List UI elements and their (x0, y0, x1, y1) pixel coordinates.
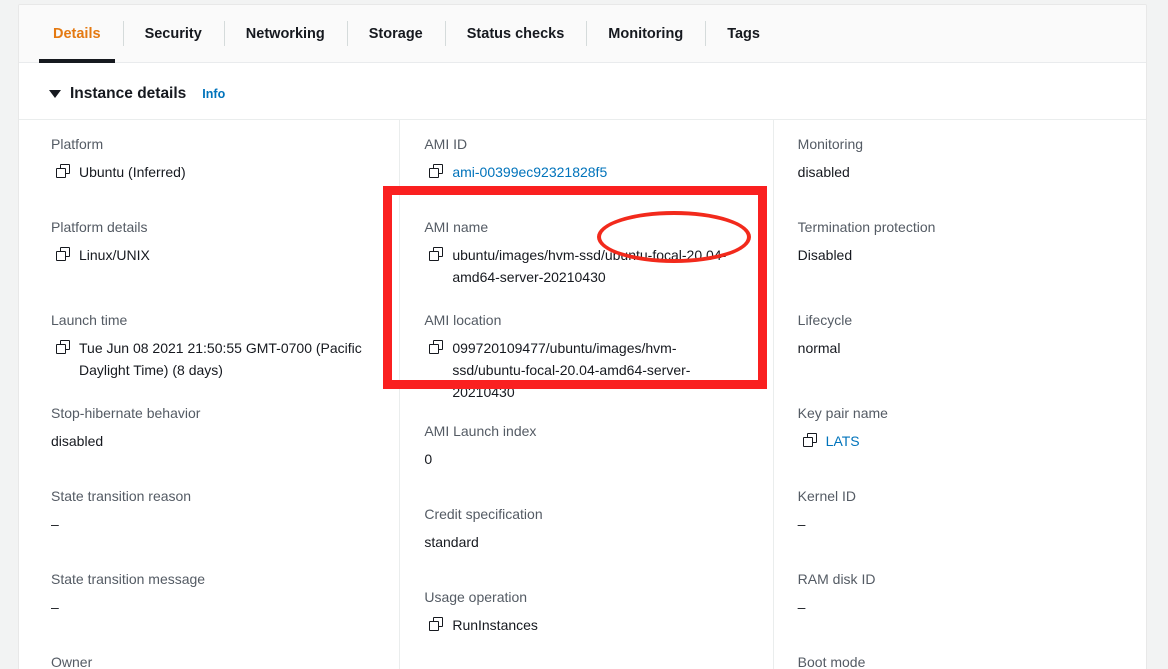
field-value-ami-launch-index: 0 (424, 451, 433, 467)
details-column-1: Platform Ubuntu (Inferred) Platform detail… (19, 120, 399, 669)
instance-details-page: Details Security Networking Storage Status c… (0, 0, 1168, 669)
field-owner: Owner726613963598 (51, 652, 373, 669)
field-ami-location: AMI location 099720109477/ubuntu/images/h… (424, 310, 746, 403)
field-label-launch-time: Launch time (51, 312, 128, 328)
field-value-state-transition-reason: – (51, 516, 59, 532)
copy-icon[interactable] (56, 247, 71, 262)
field-launch-time: Launch time Tue Jun 08 2021 21:50:55 GMT-… (51, 310, 373, 385)
field-lifecycle: Lifecycle normal (798, 310, 1120, 385)
field-value-stop-hibernate-behavior: disabled (51, 433, 104, 449)
field-value-usage-operation: RunInstances (424, 614, 746, 636)
details-card: Details Security Networking Storage Status c… (18, 4, 1147, 669)
tab-bar: Details Security Networking Storage Status c… (19, 5, 1146, 63)
field-state-transition-reason: State transition reason – (51, 486, 373, 551)
field-ram-disk-id: RAM disk ID – (798, 569, 1120, 634)
field-label-ami-id: AMI ID (424, 136, 468, 152)
page-title: Instance details (70, 85, 187, 102)
field-ami-name: AMI name ubuntu/images/hvm-ssd/ubuntu-foc… (424, 217, 746, 292)
field-label-ram-disk-id: RAM disk ID (797, 571, 876, 587)
field-label-platform-details: Platform details (51, 219, 148, 235)
field-label-usage-operation: Usage operation (424, 589, 528, 605)
field-usage-operation: Usage operation RunInstances (424, 587, 746, 652)
copy-icon[interactable] (802, 433, 818, 448)
field-label-platform: Platform (51, 136, 104, 152)
copy-icon[interactable] (429, 617, 444, 632)
field-text-ami-location: 099720109477/ubuntu/images/hvm-ssd/ubunt… (452, 340, 691, 400)
collapse-caret-icon[interactable] (49, 90, 61, 98)
field-termination-protection: Termination protection Disabled (798, 217, 1120, 292)
info-link[interactable]: Info (202, 87, 225, 101)
field-label-credit-specification: Credit specification (424, 506, 543, 522)
field-text-platform-details: Linux/UNIX (79, 247, 150, 263)
field-text-launch-time: Tue Jun 08 2021 21:50:55 GMT-0700 (Pacif… (79, 340, 362, 378)
details-column-3: Monitoring disabled Termination protection… (772, 120, 1146, 669)
field-value-launch-time: Tue Jun 08 2021 21:50:55 GMT-0700 (Pacif… (51, 337, 373, 381)
copy-icon[interactable] (56, 164, 71, 179)
tab-details[interactable]: Details (31, 5, 123, 63)
field-value-ram-disk-id: – (797, 599, 806, 615)
field-value-ami-name: ubuntu/images/hvm-ssd/ubuntu-focal-20.04… (424, 244, 746, 288)
field-text-ami-id: ami-00399ec92321828f5 (452, 164, 608, 180)
field-value-key-pair-name[interactable]: LATS (798, 430, 1120, 452)
field-text-ami-name: ubuntu/images/hvm-ssd/ubuntu-focal-20.04… (452, 247, 727, 285)
field-text-platform: Ubuntu (Inferred) (79, 164, 186, 180)
field-boot-mode: Boot mode– (798, 652, 1120, 669)
field-label-key-pair-name: Key pair name (797, 405, 888, 421)
field-value-platform-details: Linux/UNIX (51, 244, 373, 266)
field-label-state-transition-message: State transition message (51, 571, 206, 587)
field-platform-details: Platform details Linux/UNIX (51, 217, 373, 292)
field-stop-hibernate-behavior: Stop-hibernate behavior disabled (51, 403, 373, 468)
field-label-ami-name: AMI name (424, 219, 489, 235)
tab-storage[interactable]: Storage (346, 5, 445, 62)
field-label-termination-protection: Termination protection (797, 219, 936, 235)
field-platform: Platform Ubuntu (Inferred) (51, 134, 373, 199)
field-label-kernel-id: Kernel ID (797, 488, 857, 504)
details-columns: Platform Ubuntu (Inferred) Platform detail… (19, 119, 1146, 669)
tab-status-checks[interactable]: Status checks (444, 5, 587, 62)
field-credit-specification: Credit specification standard (424, 504, 746, 569)
tab-monitoring[interactable]: Monitoring (586, 5, 705, 62)
field-value-platform: Ubuntu (Inferred) (51, 161, 373, 183)
field-text-key-pair-name: LATS (825, 433, 860, 449)
field-kernel-id: Kernel ID – (798, 486, 1120, 551)
copy-icon[interactable] (56, 340, 71, 355)
field-key-pair-name: Key pair name LATS (798, 403, 1120, 468)
tab-tags[interactable]: Tags (705, 5, 782, 62)
tab-networking[interactable]: Networking (223, 5, 347, 62)
field-state-transition-message: State transition message – (51, 569, 373, 634)
details-column-2: AMI ID ami-00399ec92321828f5 AMI name ubunt… (399, 120, 772, 669)
field-value-lifecycle: normal (797, 340, 841, 356)
field-ami-launch-index: AMI Launch index 0 (424, 421, 746, 486)
copy-icon[interactable] (429, 340, 444, 355)
field-label-lifecycle: Lifecycle (797, 312, 853, 328)
copy-icon[interactable] (429, 164, 444, 179)
field-value-ami-location: 099720109477/ubuntu/images/hvm-ssd/ubunt… (424, 337, 746, 403)
field-text-usage-operation: RunInstances (452, 617, 538, 633)
section-header: Instance details Info (19, 63, 1146, 119)
field-value-state-transition-message: – (51, 599, 59, 615)
copy-icon[interactable] (429, 247, 444, 262)
field-label-monitoring: Monitoring (797, 136, 864, 152)
tab-security[interactable]: Security (122, 5, 224, 62)
field-value-ami-id[interactable]: ami-00399ec92321828f5 (424, 161, 746, 183)
field-value-monitoring: disabled (797, 164, 850, 180)
field-label-owner: Owner (51, 654, 93, 669)
field-value-kernel-id: – (797, 516, 806, 532)
field-label-ami-launch-index: AMI Launch index (424, 423, 537, 439)
field-label-ami-location: AMI location (424, 312, 502, 328)
field-label-state-transition-reason: State transition reason (51, 488, 192, 504)
field-label-stop-hibernate-behavior: Stop-hibernate behavior (51, 405, 201, 421)
field-value-termination-protection: Disabled (797, 247, 853, 263)
field-monitoring: Monitoring disabled (798, 134, 1120, 199)
field-ami-id: AMI ID ami-00399ec92321828f5 (424, 134, 746, 199)
field-value-credit-specification: standard (424, 534, 479, 550)
field-label-boot-mode: Boot mode (797, 654, 866, 669)
